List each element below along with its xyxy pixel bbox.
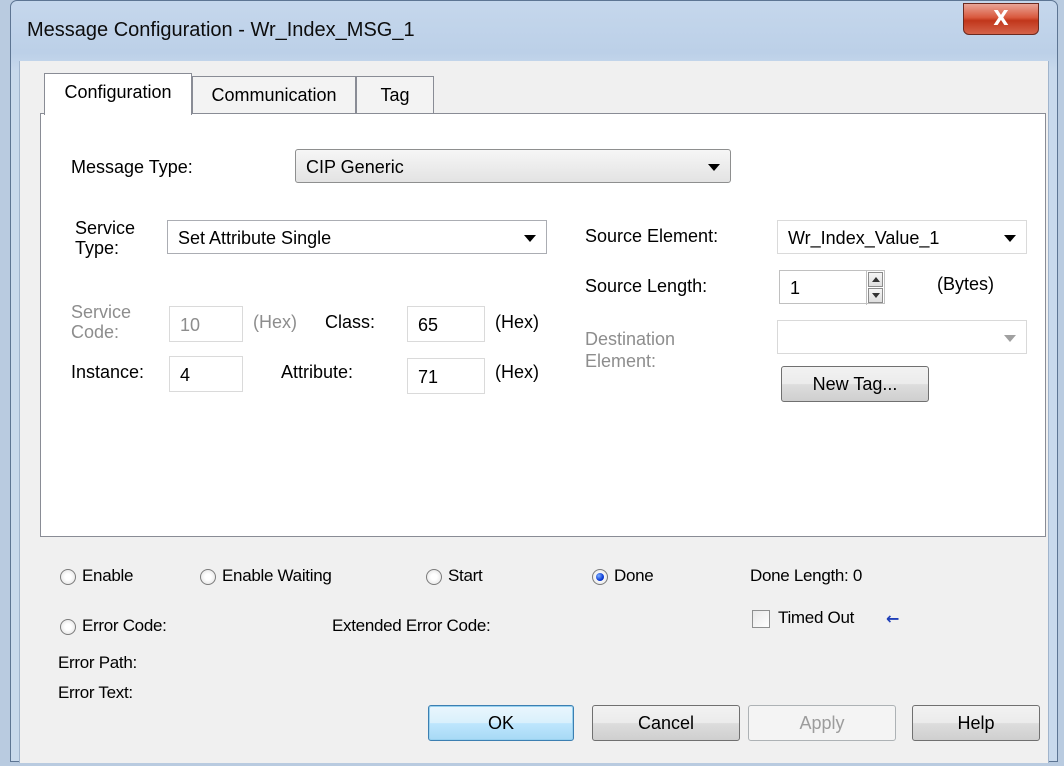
new-tag-label: New Tag... bbox=[812, 374, 898, 394]
cancel-label: Cancel bbox=[637, 713, 695, 733]
cancel-button[interactable]: Cancel bbox=[592, 705, 740, 741]
chevron-down-icon bbox=[1004, 235, 1016, 242]
close-button[interactable]: X bbox=[963, 3, 1039, 35]
class-value: 65 bbox=[418, 315, 439, 335]
left-arrow-icon: ← bbox=[886, 609, 900, 628]
service-code-field: 10 bbox=[169, 306, 243, 342]
message-type-label: Message Type: bbox=[71, 157, 193, 177]
done-radio bbox=[592, 569, 608, 585]
spin-up-icon[interactable] bbox=[868, 272, 883, 287]
tab-communication[interactable]: Communication bbox=[192, 76, 356, 113]
start-radio bbox=[426, 569, 442, 585]
service-code-label-line1: Service bbox=[71, 302, 132, 322]
timed-out-label: Timed Out bbox=[778, 608, 855, 627]
error-path-label: Error Path: bbox=[58, 653, 137, 672]
error-text-label: Error Text: bbox=[58, 683, 133, 702]
chevron-down-icon bbox=[708, 164, 720, 171]
help-button[interactable]: Help bbox=[912, 705, 1040, 741]
tab-tag[interactable]: Tag bbox=[356, 76, 434, 113]
instance-field[interactable]: 4 bbox=[169, 356, 243, 392]
start-label: Start bbox=[448, 566, 483, 585]
class-field[interactable]: 65 bbox=[407, 306, 485, 342]
class-label: Class: bbox=[325, 312, 376, 332]
close-icon: X bbox=[993, 6, 1009, 30]
attribute-label: Attribute: bbox=[281, 362, 354, 382]
attribute-field[interactable]: 71 bbox=[407, 358, 485, 394]
tab-configuration-label: Configuration bbox=[64, 82, 172, 102]
service-type-dropdown[interactable]: Set Attribute Single bbox=[167, 220, 547, 254]
done-label: Done bbox=[614, 566, 654, 585]
dialog-client: Configuration Communication Tag Message … bbox=[19, 61, 1049, 763]
timed-out-checkbox bbox=[752, 610, 770, 628]
service-type-label: Service Type: bbox=[75, 218, 135, 258]
attribute-value: 71 bbox=[418, 367, 439, 387]
enable-label: Enable bbox=[82, 566, 134, 585]
destination-element-label: Destination Element: bbox=[585, 328, 675, 372]
source-element-label: Source Element: bbox=[585, 226, 719, 246]
chevron-down-icon bbox=[1004, 335, 1016, 342]
ok-button[interactable]: OK bbox=[428, 705, 574, 741]
destination-label-line2: Element: bbox=[585, 351, 657, 371]
instance-value: 4 bbox=[180, 365, 191, 385]
service-code-unit: (Hex) bbox=[253, 312, 297, 332]
window-title: Message Configuration - Wr_Index_MSG_1 bbox=[27, 19, 415, 41]
apply-button: Apply bbox=[748, 705, 896, 741]
tab-communication-label: Communication bbox=[211, 85, 337, 105]
service-type-value: Set Attribute Single bbox=[178, 228, 332, 248]
service-code-label-line2: Code: bbox=[71, 322, 120, 342]
chevron-down-icon bbox=[524, 235, 536, 242]
instance-label: Instance: bbox=[71, 362, 145, 382]
enable-radio bbox=[60, 569, 76, 585]
enable-waiting-radio bbox=[200, 569, 216, 585]
service-code-value: 10 bbox=[180, 315, 201, 335]
source-length-field[interactable]: 1 bbox=[779, 270, 885, 305]
extended-error-code-label: Extended Error Code: bbox=[332, 616, 491, 635]
error-code-label: Error Code: bbox=[82, 616, 167, 635]
spin-down-icon[interactable] bbox=[868, 288, 883, 303]
source-element-dropdown[interactable]: Wr_Index_Value_1 bbox=[777, 220, 1027, 254]
configuration-panel: Message Type: CIP Generic Service Type: … bbox=[40, 113, 1046, 537]
source-length-value: 1 bbox=[790, 278, 801, 298]
ok-label: OK bbox=[487, 713, 514, 733]
dialog-window: Message Configuration - Wr_Index_MSG_1 X… bbox=[10, 0, 1058, 763]
destination-label-line1: Destination bbox=[585, 329, 676, 349]
service-type-label-line2: Type: bbox=[75, 238, 120, 258]
service-code-label: Service Code: bbox=[71, 302, 131, 342]
source-element-value: Wr_Index_Value_1 bbox=[788, 228, 940, 248]
help-label: Help bbox=[957, 713, 995, 733]
source-length-unit: (Bytes) bbox=[937, 274, 995, 294]
apply-label: Apply bbox=[799, 713, 845, 733]
service-type-label-line1: Service bbox=[75, 218, 136, 238]
source-length-spinner[interactable] bbox=[866, 271, 884, 305]
new-tag-button[interactable]: New Tag... bbox=[781, 366, 929, 402]
destination-element-dropdown bbox=[777, 320, 1027, 354]
source-length-label: Source Length: bbox=[585, 276, 708, 296]
message-type-value: CIP Generic bbox=[306, 157, 404, 177]
message-type-dropdown[interactable]: CIP Generic bbox=[295, 149, 731, 183]
class-unit: (Hex) bbox=[495, 312, 539, 332]
error-code-radio bbox=[60, 619, 76, 635]
enable-waiting-label: Enable Waiting bbox=[222, 566, 332, 585]
attribute-unit: (Hex) bbox=[495, 362, 539, 382]
done-length-label: Done Length: 0 bbox=[750, 566, 863, 585]
tab-tag-label: Tag bbox=[380, 85, 410, 105]
tab-configuration[interactable]: Configuration bbox=[44, 73, 192, 115]
